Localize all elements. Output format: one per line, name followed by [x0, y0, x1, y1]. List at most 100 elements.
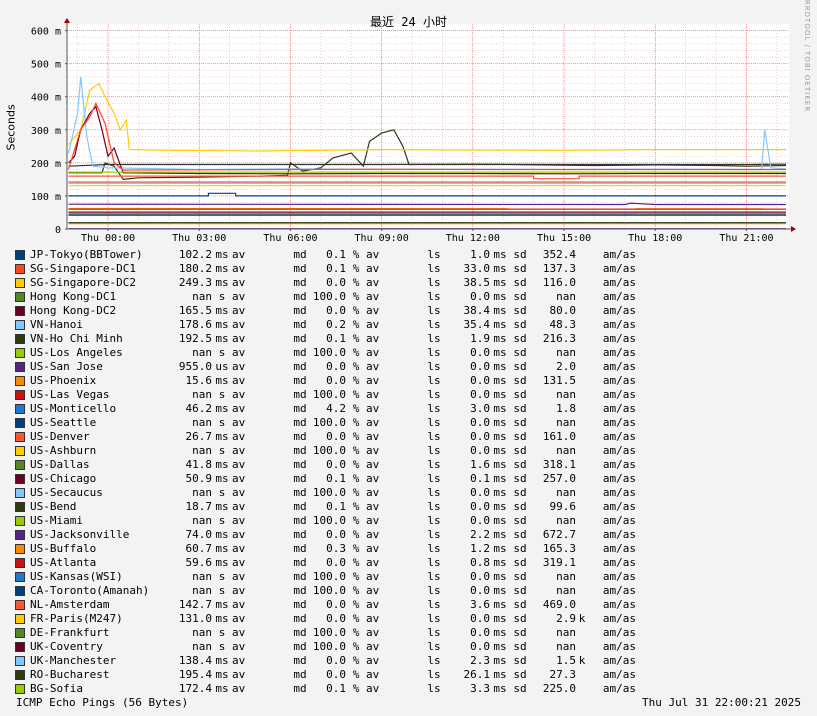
- legend-name: BG-Sofia: [30, 682, 83, 695]
- legend-swatch: [15, 628, 25, 638]
- legend-median-unit: s: [218, 570, 226, 583]
- legend-loss: 0.1: [326, 682, 346, 695]
- legend-sd: 0.0: [470, 570, 490, 583]
- legend-pct: %: [352, 304, 360, 317]
- legend-loss: 100.0: [312, 388, 346, 401]
- legend-amas-label: am/as: [602, 332, 636, 345]
- legend-amas: 1.5: [556, 654, 576, 667]
- legend-median-unit: us: [215, 360, 229, 373]
- legend-swatch: [15, 656, 25, 666]
- legend-pct: %: [352, 556, 360, 569]
- legend-av: av: [232, 472, 246, 485]
- legend-median-unit: ms: [215, 248, 229, 261]
- legend-median-unit: ms: [215, 556, 229, 569]
- legend-sd: 0.0: [470, 346, 490, 359]
- legend-sd: 2.3: [470, 654, 490, 667]
- legend-md: md: [293, 598, 307, 611]
- legend-row: SG-Singapore-DC1 180.2 ms av md 0.1% av ls 33.0 m…: [15, 262, 636, 276]
- legend-sd: 1.6: [470, 458, 490, 471]
- legend-name: US-Atlanta: [30, 556, 97, 569]
- legend-row: US-Miami nan s av md 100.0% av ls 0.0 ms sd nan am/a…: [15, 514, 636, 528]
- legend-av: av: [366, 318, 380, 331]
- legend-av: av: [366, 668, 380, 681]
- legend-loss: 0.1: [326, 500, 346, 513]
- legend-amas: nan: [556, 514, 576, 527]
- legend-sd: 38.5: [463, 276, 491, 289]
- legend-ms: ms: [493, 570, 507, 583]
- legend-av: av: [232, 584, 246, 597]
- legend-sd-label: sd: [513, 640, 527, 653]
- legend-ls: ls: [427, 542, 441, 555]
- legend-median: 60.7: [185, 542, 213, 555]
- legend-ms: ms: [493, 598, 507, 611]
- legend-sd-label: sd: [513, 374, 527, 387]
- legend-row: US-Jacksonville 74.0 ms av md 0.0% av ls 2.2 ms sd…: [15, 528, 636, 542]
- legend-ms: ms: [493, 500, 507, 513]
- legend-pct: %: [352, 472, 360, 485]
- legend-md: md: [293, 402, 307, 415]
- legend-median: nan: [192, 640, 212, 653]
- legend-av: av: [366, 514, 380, 527]
- legend-ls: ls: [427, 500, 441, 513]
- legend-pct: %: [352, 458, 360, 471]
- legend-name: RO-Bucharest: [30, 668, 110, 681]
- legend-av: av: [232, 304, 246, 317]
- legend-ms: ms: [493, 304, 507, 317]
- legend-ms: ms: [493, 346, 507, 359]
- legend-name: US-Monticello: [30, 402, 117, 415]
- legend-median-unit: ms: [215, 318, 229, 331]
- legend-row: US-Phoenix 15.6 ms av md 0.0% av ls 0.0 ms sd 131.5…: [15, 374, 636, 388]
- legend-pct: %: [352, 626, 360, 639]
- legend-median-unit: ms: [215, 374, 229, 387]
- legend-ls: ls: [427, 570, 441, 583]
- legend-sd: 0.0: [470, 640, 490, 653]
- legend-md: md: [293, 388, 307, 401]
- legend-av: av: [232, 682, 246, 695]
- legend-amas: nan: [556, 290, 576, 303]
- legend-sd: 2.2: [470, 528, 490, 541]
- x-tick-label: Thu 03:00: [172, 233, 226, 244]
- legend-loss: 0.0: [326, 598, 346, 611]
- legend-amas-label: am/as: [602, 654, 636, 667]
- legend-name: US-Phoenix: [30, 374, 97, 387]
- legend-av: av: [232, 290, 246, 303]
- chart-title: 最近 24 小时: [370, 15, 447, 29]
- legend-swatch: [15, 670, 25, 680]
- legend-loss: 0.0: [326, 304, 346, 317]
- legend-median: 50.9: [185, 472, 213, 485]
- footer-description: ICMP Echo Pings (56 Bytes): [16, 696, 189, 709]
- legend-name: US-Los Angeles: [30, 346, 123, 359]
- legend-av: av: [366, 290, 380, 303]
- legend-av: av: [232, 388, 246, 401]
- legend-loss: 0.1: [326, 472, 346, 485]
- legend-amas-label: am/as: [602, 556, 636, 569]
- legend-loss: 0.1: [326, 262, 346, 275]
- legend-ls: ls: [427, 304, 441, 317]
- legend-av: av: [232, 458, 246, 471]
- legend-amas-label: am/as: [602, 612, 636, 625]
- legend-name: JP-Tokyo(BBTower): [30, 248, 143, 261]
- legend-ls: ls: [427, 472, 441, 485]
- legend-sd: 38.4: [463, 304, 491, 317]
- legend-median-unit: s: [218, 346, 226, 359]
- legend-loss: 100.0: [312, 290, 346, 303]
- legend-pct: %: [352, 584, 360, 597]
- legend-av: av: [232, 248, 246, 261]
- legend-median: nan: [192, 444, 212, 457]
- legend-ls: ls: [427, 640, 441, 653]
- legend-ms: ms: [493, 584, 507, 597]
- legend-loss: 0.0: [326, 654, 346, 667]
- legend-sd: 1.2: [470, 542, 490, 555]
- legend-ls: ls: [427, 318, 441, 331]
- legend-median-unit: s: [218, 584, 226, 597]
- legend-name: DE-Frankfurt: [30, 626, 110, 639]
- legend-row: US-Dallas 41.8 ms av md 0.0% av ls 1.6 ms sd 318.1 a…: [15, 458, 636, 472]
- legend-loss: 0.0: [326, 374, 346, 387]
- legend-av: av: [232, 626, 246, 639]
- legend-row: SG-Singapore-DC2 249.3 ms av md 0.0% av ls 38.5 m…: [15, 276, 636, 290]
- legend-ls: ls: [427, 626, 441, 639]
- legend-amas-label: am/as: [602, 346, 636, 359]
- legend-amas-label: am/as: [602, 402, 636, 415]
- legend-amas-label: am/as: [602, 598, 636, 611]
- legend-av: av: [232, 430, 246, 443]
